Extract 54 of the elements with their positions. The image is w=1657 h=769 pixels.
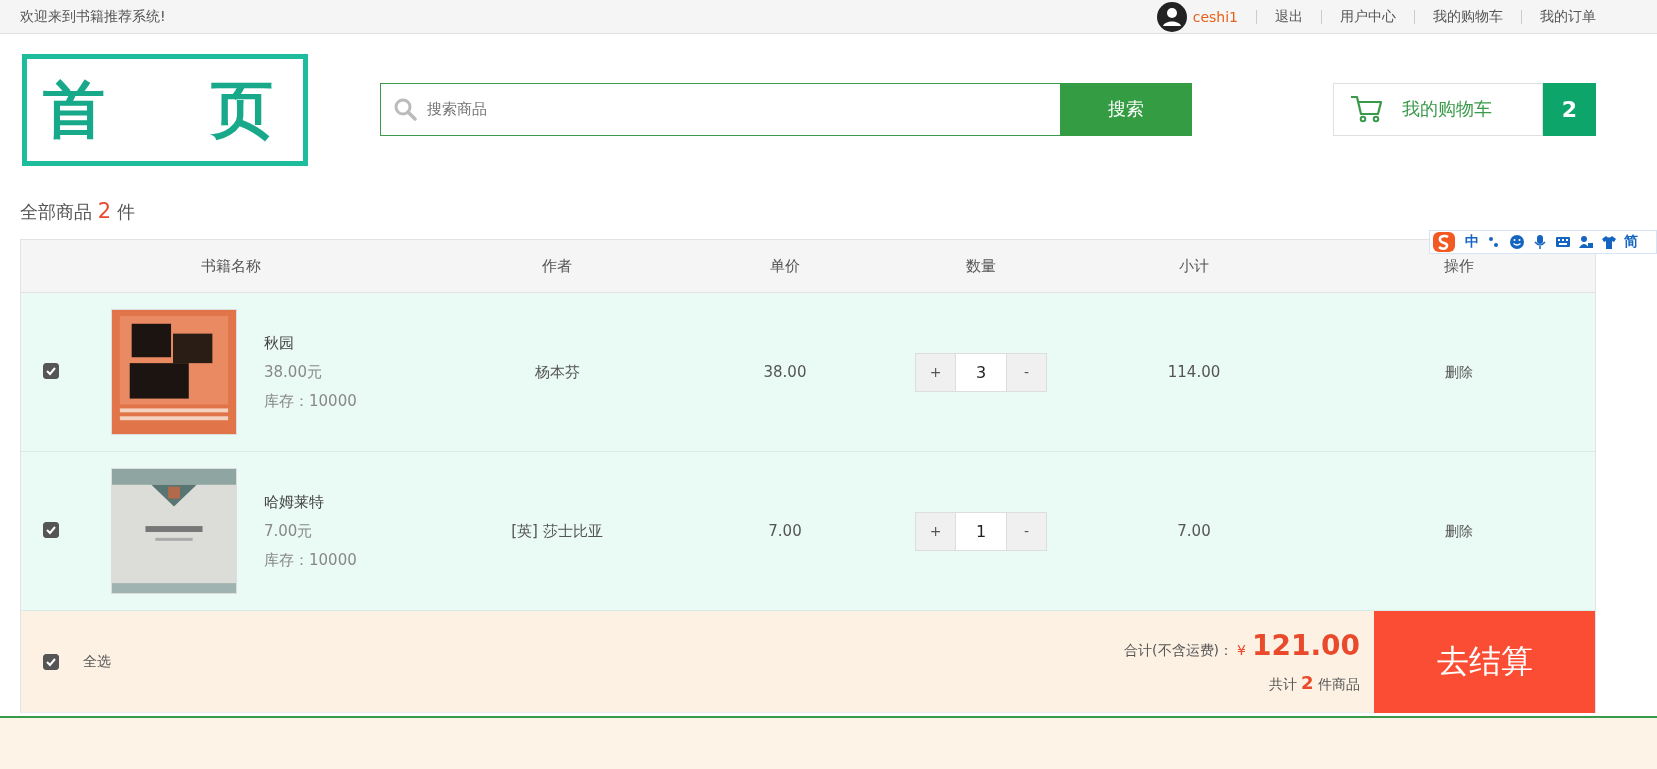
item-count-text: 全部商品 2 件	[20, 199, 135, 224]
column-header: 操作	[1443, 256, 1475, 276]
stock-text: 库存：10000	[264, 550, 357, 570]
decrease-button[interactable]: -	[1007, 512, 1046, 550]
increase-button[interactable]: +	[916, 512, 955, 550]
column-header: 书籍名称	[200, 256, 262, 276]
checkbox[interactable]	[43, 522, 59, 538]
search-icon	[393, 96, 417, 121]
top-nav-link[interactable]: 用户中心	[1340, 7, 1396, 26]
top-nav-link[interactable]: 我的购物车	[1433, 7, 1503, 26]
quantity-field[interactable]: 3	[955, 353, 1007, 391]
checkout-button[interactable]: 去结算	[1374, 610, 1595, 713]
microphone-icon	[1532, 234, 1548, 250]
cart-button[interactable]: 我的购物车	[1333, 82, 1543, 136]
column-header: 数量	[965, 256, 997, 276]
select-all-label: 全选	[83, 652, 111, 671]
author-cell-text: 杨本芬	[533, 362, 581, 382]
price-cell-text: 7.00	[767, 522, 803, 540]
subtotal-cell-text: 7.00	[1176, 522, 1212, 540]
column-header: 作者	[541, 256, 573, 276]
price-cell-text: 38.00	[762, 363, 808, 381]
column-header: 单价	[769, 256, 801, 276]
currency-sign: ¥	[1237, 642, 1246, 658]
checkbox[interactable]	[43, 363, 59, 379]
keyboard-icon	[1555, 234, 1571, 250]
increase-button[interactable]: +	[916, 353, 955, 391]
subtotal-cell-text: 114.00	[1166, 363, 1222, 381]
user-icon	[1578, 234, 1594, 250]
ime-mode-label[interactable]: 中	[1465, 233, 1479, 251]
stock-text: 库存：10000	[264, 391, 357, 411]
emoji-icon	[1509, 234, 1525, 250]
delete-link[interactable]: 删除	[1445, 363, 1473, 380]
book-title[interactable]: 哈姆莱特	[264, 492, 357, 512]
cart-count-badge: 2	[1543, 82, 1596, 136]
author-cell-text: [英] 莎士比亚	[510, 521, 604, 541]
item-total-text: 共计 2 件商品	[1268, 672, 1360, 694]
total-amount: 121.00	[1251, 629, 1360, 662]
decrease-button[interactable]: -	[1007, 353, 1046, 391]
cart-icon	[1350, 94, 1384, 124]
ime-script-label[interactable]: 简	[1624, 233, 1638, 251]
checkbox[interactable]	[43, 653, 59, 670]
column-header: 小计	[1178, 256, 1210, 276]
book-title[interactable]: 秋园	[264, 333, 357, 353]
search-button[interactable]: 搜索	[1060, 82, 1192, 136]
quantity-field[interactable]: 1	[955, 512, 1007, 550]
book-price: 38.00元	[264, 362, 323, 382]
delete-link[interactable]: 删除	[1445, 522, 1473, 539]
search-field[interactable]: 搜索商品	[380, 82, 1060, 136]
welcome-text: 欢迎来到书籍推荐系统!	[20, 7, 166, 26]
total-label: 合计(不含运费)：	[1124, 642, 1233, 660]
top-nav-link[interactable]: 退出	[1275, 7, 1303, 26]
book-price: 7.00元	[264, 521, 314, 541]
shirt-icon	[1601, 234, 1617, 250]
top-nav-link[interactable]: 我的订单	[1540, 7, 1596, 26]
